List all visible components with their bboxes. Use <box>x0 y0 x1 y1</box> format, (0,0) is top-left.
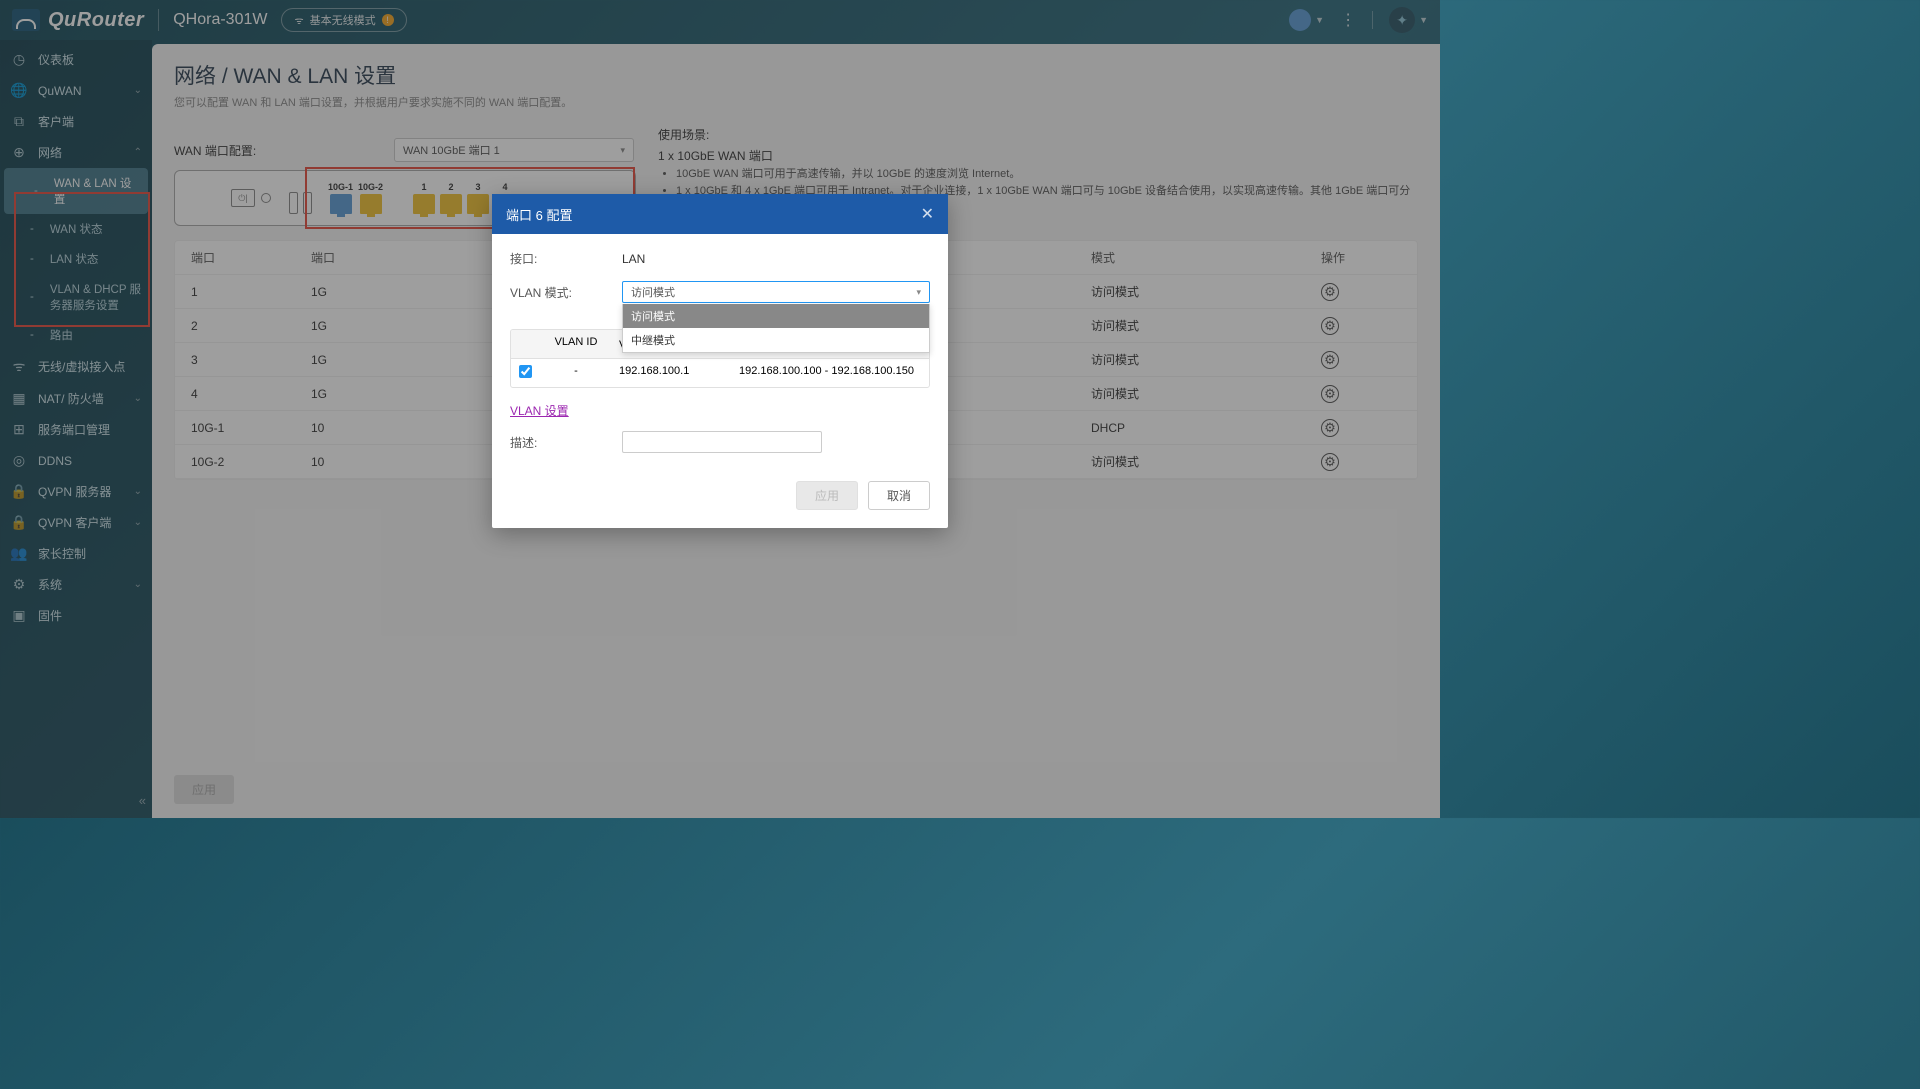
vlan-mode-dropdown: 访问模式 中继模式 <box>622 304 930 353</box>
dropdown-option-trunk[interactable]: 中继模式 <box>623 328 929 352</box>
interface-label: 接口: <box>510 250 622 267</box>
vlan-mode-row: VLAN 模式: 访问模式 ▾ 访问模式 中继模式 <box>510 281 930 303</box>
vlan-mode-select[interactable]: 访问模式 ▾ 访问模式 中继模式 <box>622 281 930 303</box>
select-value: 访问模式 <box>631 284 675 300</box>
modal-header: 端口 6 配置 ✕ <box>492 194 948 234</box>
modal-title: 端口 6 配置 <box>506 205 572 224</box>
interface-row: 接口: LAN <box>510 250 930 267</box>
vlan-mode-label: VLAN 模式: <box>510 284 622 301</box>
modal-apply-button[interactable]: 应用 <box>796 481 858 510</box>
description-label: 描述: <box>510 434 622 451</box>
modal-footer: 应用 取消 <box>492 471 948 528</box>
close-button[interactable]: ✕ <box>921 204 934 224</box>
caret-icon: ▾ <box>916 287 921 298</box>
description-row: 描述: <box>510 431 930 453</box>
port-config-modal: 端口 6 配置 ✕ 接口: LAN VLAN 模式: 访问模式 ▾ 访问模式 中… <box>492 194 948 528</box>
cell-vlan-id: - <box>541 359 611 387</box>
vlan-settings-link[interactable]: VLAN 设置 <box>510 402 569 419</box>
interface-value: LAN <box>622 252 645 266</box>
dropdown-option-access[interactable]: 访问模式 <box>623 304 929 328</box>
col-vlan-id: VLAN ID <box>541 330 611 358</box>
vlan-row-checkbox[interactable] <box>519 365 532 378</box>
cell-vlan-ip: 192.168.100.1 <box>611 359 731 387</box>
modal-body: 接口: LAN VLAN 模式: 访问模式 ▾ 访问模式 中继模式 VLAN I… <box>492 234 948 471</box>
modal-overlay: 端口 6 配置 ✕ 接口: LAN VLAN 模式: 访问模式 ▾ 访问模式 中… <box>0 0 1440 818</box>
vlan-table-row: - 192.168.100.1 192.168.100.100 - 192.16… <box>511 359 929 387</box>
cell-dhcp-range: 192.168.100.100 - 192.168.100.150 <box>731 359 929 387</box>
modal-cancel-button[interactable]: 取消 <box>868 481 930 510</box>
description-input[interactable] <box>622 431 822 453</box>
